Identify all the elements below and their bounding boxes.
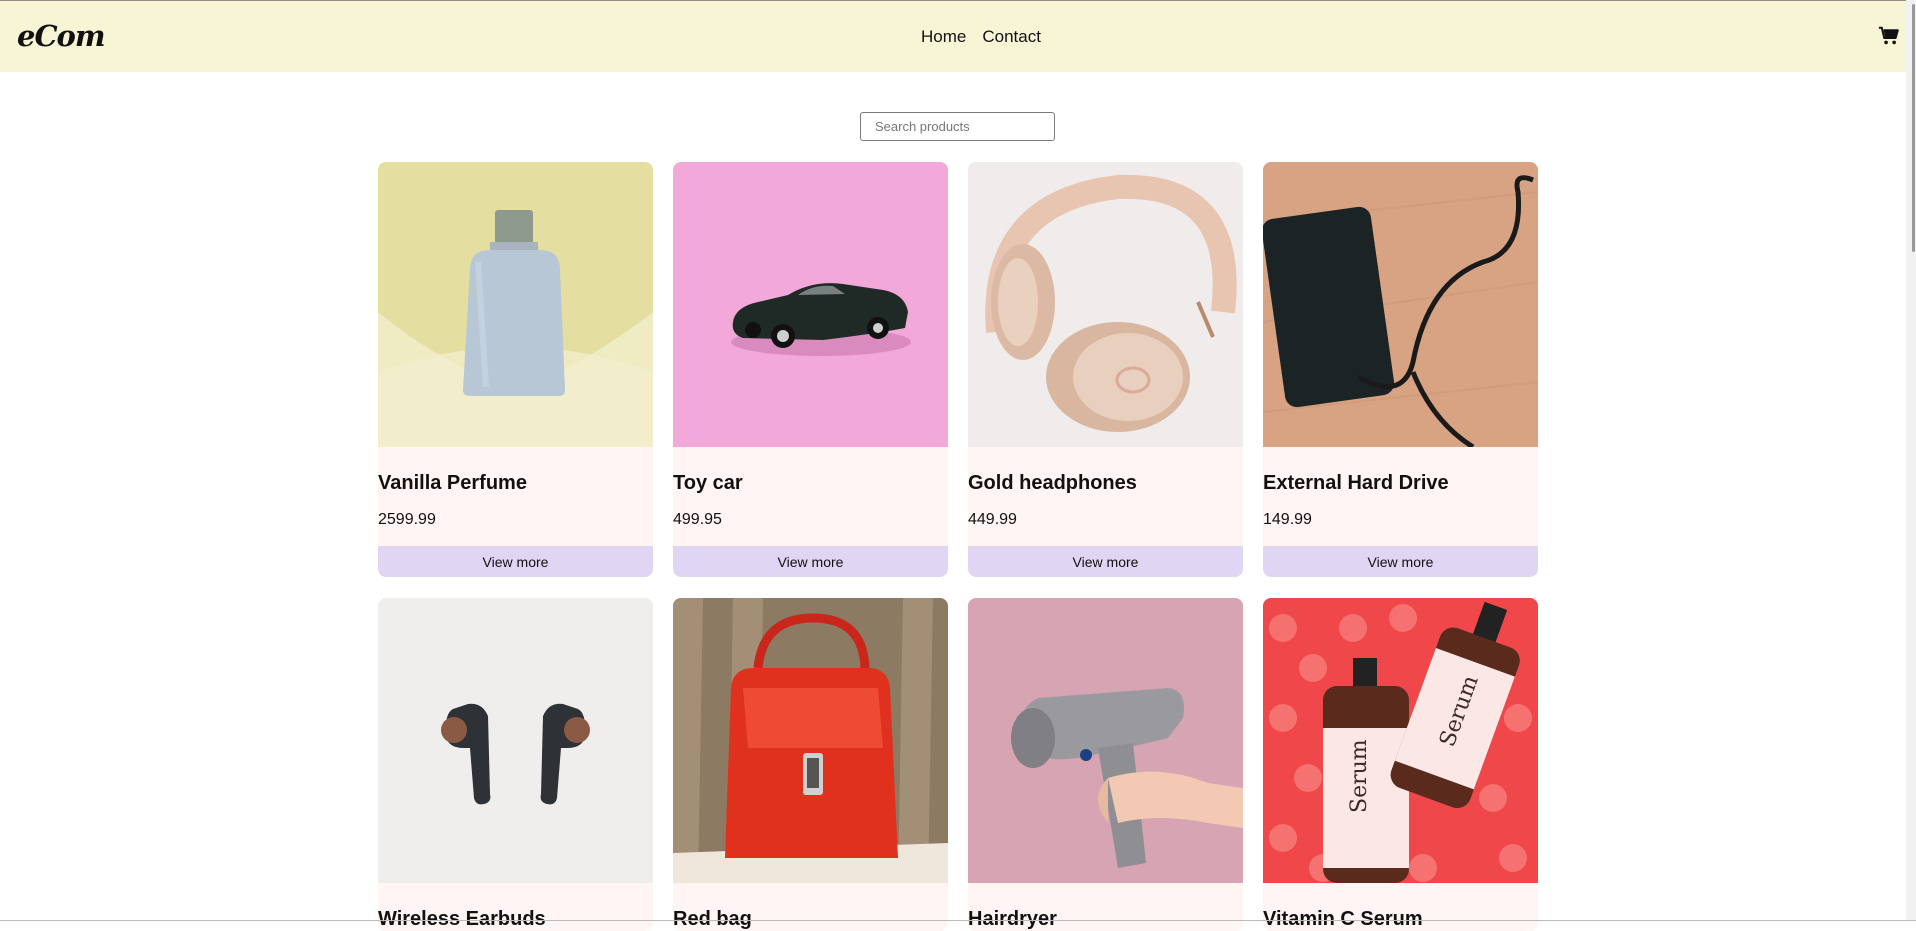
view-more-button[interactable]: View more [968, 546, 1243, 577]
product-price: 149.99 [1263, 511, 1312, 528]
nav-contact-link[interactable]: Contact [982, 27, 1041, 47]
scrollbar-thumb[interactable] [1912, 4, 1915, 252]
product-image-earbuds[interactable] [378, 598, 653, 883]
product-name[interactable]: External Hard Drive [1263, 471, 1538, 495]
main-nav: Home Contact [921, 27, 1041, 47]
shopping-cart-icon[interactable] [1878, 25, 1900, 47]
product-name[interactable]: Vitamin C Serum [1263, 907, 1538, 931]
product-name[interactable]: Vanilla Perfume [378, 471, 653, 495]
serum-label-text: Serum [1347, 739, 1372, 813]
product-name[interactable]: Wireless Earbuds [378, 907, 653, 931]
product-price: 499.95 [673, 511, 722, 528]
product-name[interactable]: Red bag [673, 907, 948, 931]
view-more-button[interactable]: View more [673, 546, 948, 577]
product-name[interactable]: Toy car [673, 471, 948, 495]
nav-home-link[interactable]: Home [921, 27, 966, 47]
product-name[interactable]: Hairdryer [968, 907, 1243, 931]
product-image-hard-drive[interactable] [1263, 162, 1538, 447]
product-image-serum[interactable]: Serum Serum [1263, 598, 1538, 883]
product-image-perfume[interactable] [378, 162, 653, 447]
product-card: Red bag [673, 598, 948, 931]
view-more-button[interactable]: View more [378, 546, 653, 577]
product-card: External Hard Drive 149.99 View more [1263, 162, 1538, 577]
view-more-button[interactable]: View more [1263, 546, 1538, 577]
product-price: 449.99 [968, 511, 1017, 528]
product-image-hairdryer[interactable] [968, 598, 1243, 883]
product-image-headphones[interactable] [968, 162, 1243, 447]
product-card: Toy car 499.95 View more [673, 162, 948, 577]
product-card: Vanilla Perfume 2599.99 View more [378, 162, 653, 577]
product-card: Hairdryer [968, 598, 1243, 931]
product-price: 2599.99 [378, 511, 436, 528]
site-logo[interactable]: eCom [17, 19, 106, 53]
product-card: Gold headphones 449.99 View more [968, 162, 1243, 577]
site-header: eCom Home Contact [0, 1, 1916, 72]
product-card: Serum Serum Vitamin C Serum [1263, 598, 1538, 931]
product-image-red-bag[interactable] [673, 598, 948, 883]
product-card: Wireless Earbuds [378, 598, 653, 931]
product-name[interactable]: Gold headphones [968, 471, 1243, 495]
product-image-toy-car[interactable] [673, 162, 948, 447]
search-input[interactable] [860, 112, 1055, 141]
